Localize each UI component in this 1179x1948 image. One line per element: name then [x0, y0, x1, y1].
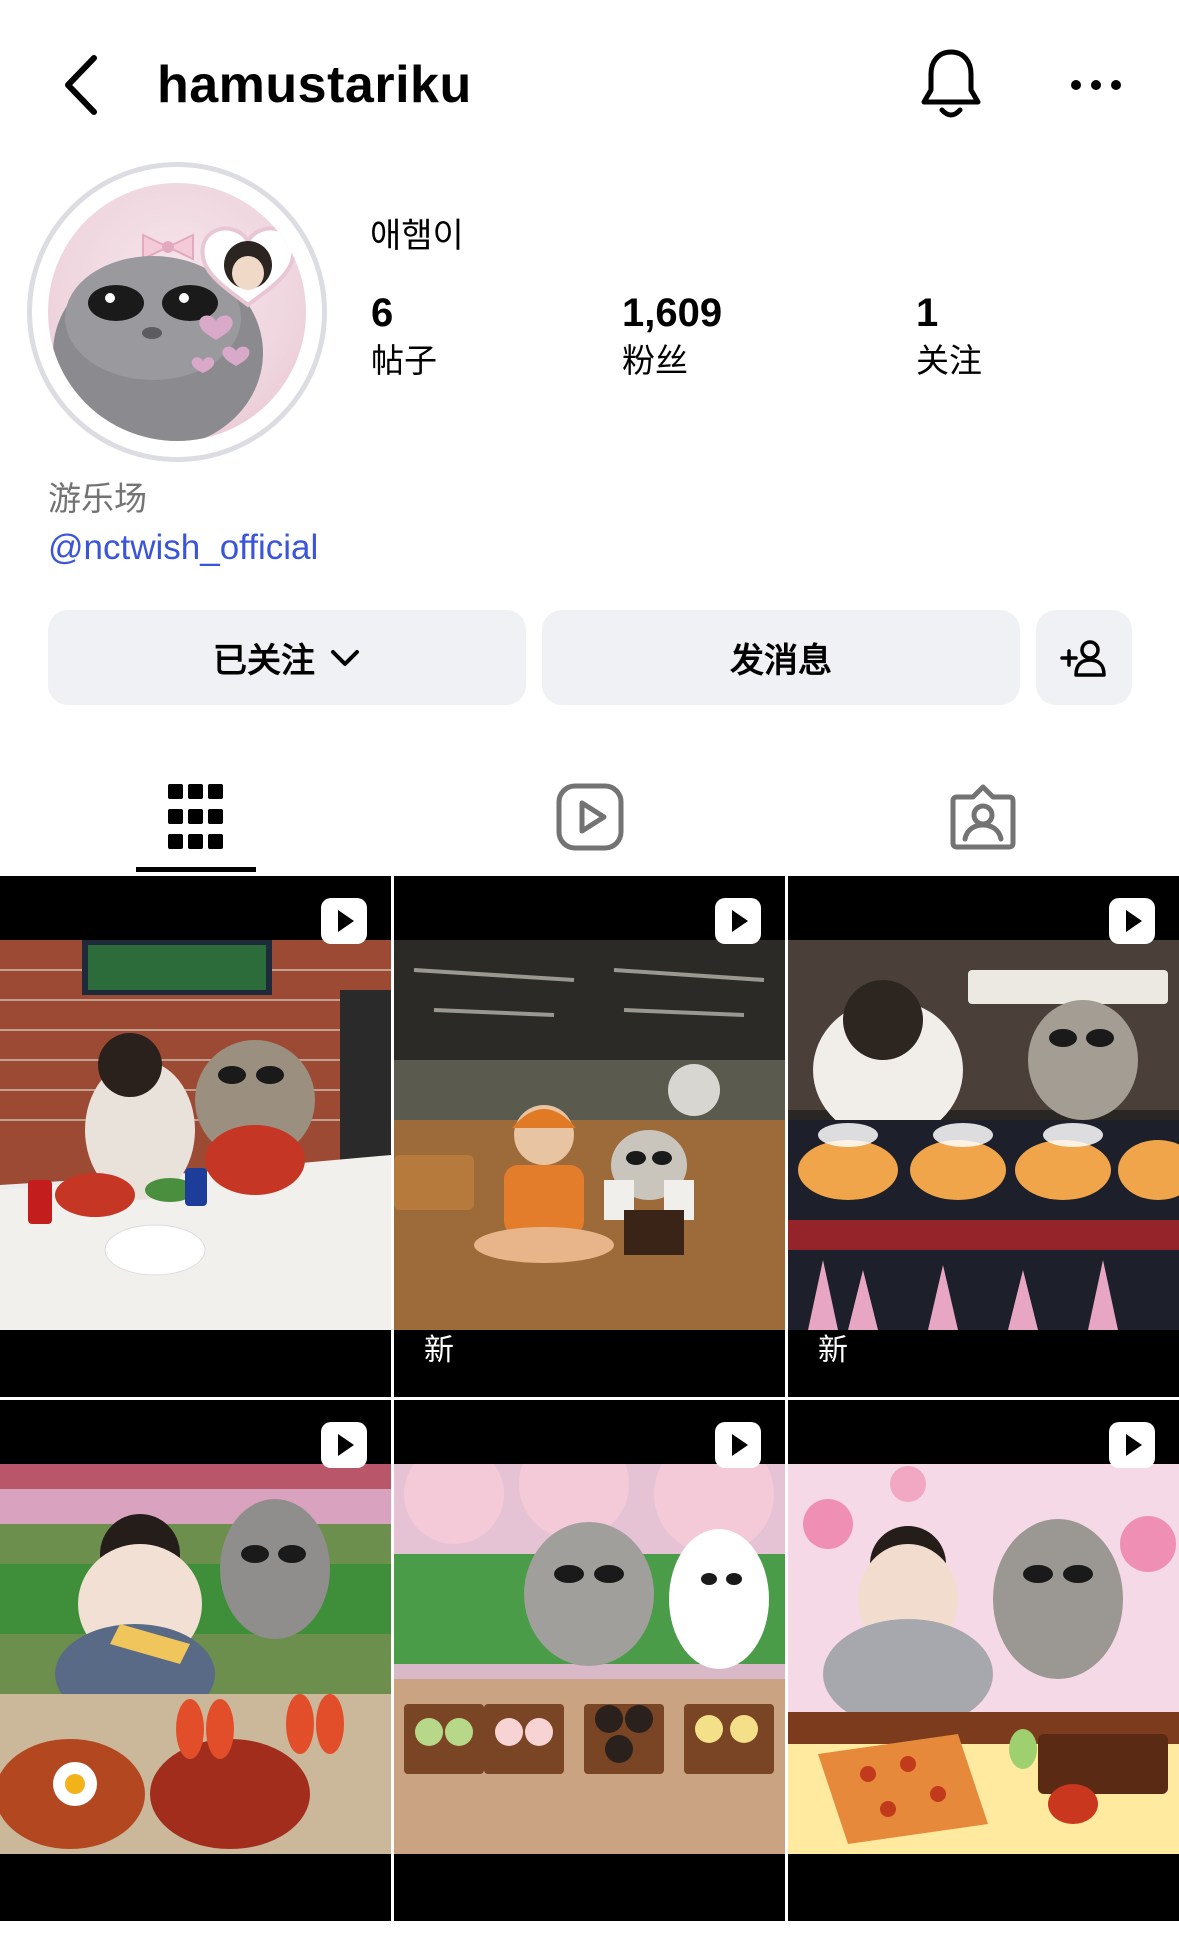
post-thumbnail: [0, 1464, 391, 1854]
active-tab-indicator: [136, 867, 256, 872]
stat-label: 帖子: [371, 342, 437, 379]
reel-play-icon: [1109, 898, 1155, 944]
display-name: 애햄이: [370, 217, 464, 255]
suggest-people-button[interactable]: [1036, 610, 1132, 705]
stat-value: 1: [916, 291, 939, 335]
stat-value: 6: [371, 291, 394, 335]
tagged-icon: [950, 784, 1016, 850]
tab-reels[interactable]: [530, 762, 650, 872]
new-badge: 新: [424, 1334, 454, 1367]
tab-posts[interactable]: [136, 762, 256, 872]
bio-mention-link[interactable]: @nctwish_official: [48, 524, 318, 572]
message-label: 发消息: [730, 642, 832, 680]
bio-category: 游乐场: [48, 480, 147, 517]
following-button[interactable]: 已关注: [48, 610, 526, 705]
post-thumbnail: [394, 1464, 785, 1854]
grid-icon: [168, 784, 223, 849]
post-thumbnail: [788, 940, 1179, 1330]
notifications-button[interactable]: [918, 46, 984, 122]
following-label: 已关注: [213, 642, 315, 680]
stat-value: 1,609: [622, 291, 723, 335]
bell-icon: [921, 49, 981, 118]
reel-play-icon: [1109, 1422, 1155, 1468]
following-count[interactable]: 1 关注: [916, 288, 982, 384]
reel-play-icon: [321, 898, 367, 944]
reels-icon: [556, 783, 624, 851]
post-thumbnail: [0, 940, 391, 1330]
add-person-icon: [1060, 639, 1106, 677]
chevron-left-icon: [65, 55, 97, 115]
tab-tagged[interactable]: [923, 762, 1043, 872]
back-button[interactable]: [58, 50, 108, 120]
profile-header: hamustariku: [0, 0, 1179, 160]
avatar[interactable]: [48, 183, 306, 441]
more-horizontal-icon: [1071, 80, 1121, 90]
profile-username: hamustariku: [157, 56, 472, 114]
grid-post[interactable]: [394, 1400, 785, 1921]
reel-play-icon: [321, 1422, 367, 1468]
followers-count[interactable]: 1,609 粉丝: [622, 288, 722, 384]
grid-post[interactable]: 新: [394, 876, 785, 1397]
grid-post[interactable]: [0, 876, 391, 1397]
reel-play-icon: [715, 1422, 761, 1468]
new-badge: 新: [818, 1334, 848, 1367]
more-options-button[interactable]: [1066, 60, 1126, 110]
grid-post[interactable]: 新: [788, 876, 1179, 1397]
posts-count[interactable]: 6 帖子: [371, 288, 437, 384]
stat-label: 粉丝: [622, 342, 688, 379]
chevron-down-icon: [331, 649, 359, 666]
grid-post[interactable]: [788, 1400, 1179, 1921]
message-button[interactable]: 发消息: [542, 610, 1020, 705]
post-thumbnail: [394, 940, 785, 1330]
stat-label: 关注: [916, 342, 982, 379]
post-thumbnail: [788, 1464, 1179, 1854]
grid-post[interactable]: [0, 1400, 391, 1921]
hamster-avatar-image: [53, 226, 296, 441]
reel-play-icon: [715, 898, 761, 944]
